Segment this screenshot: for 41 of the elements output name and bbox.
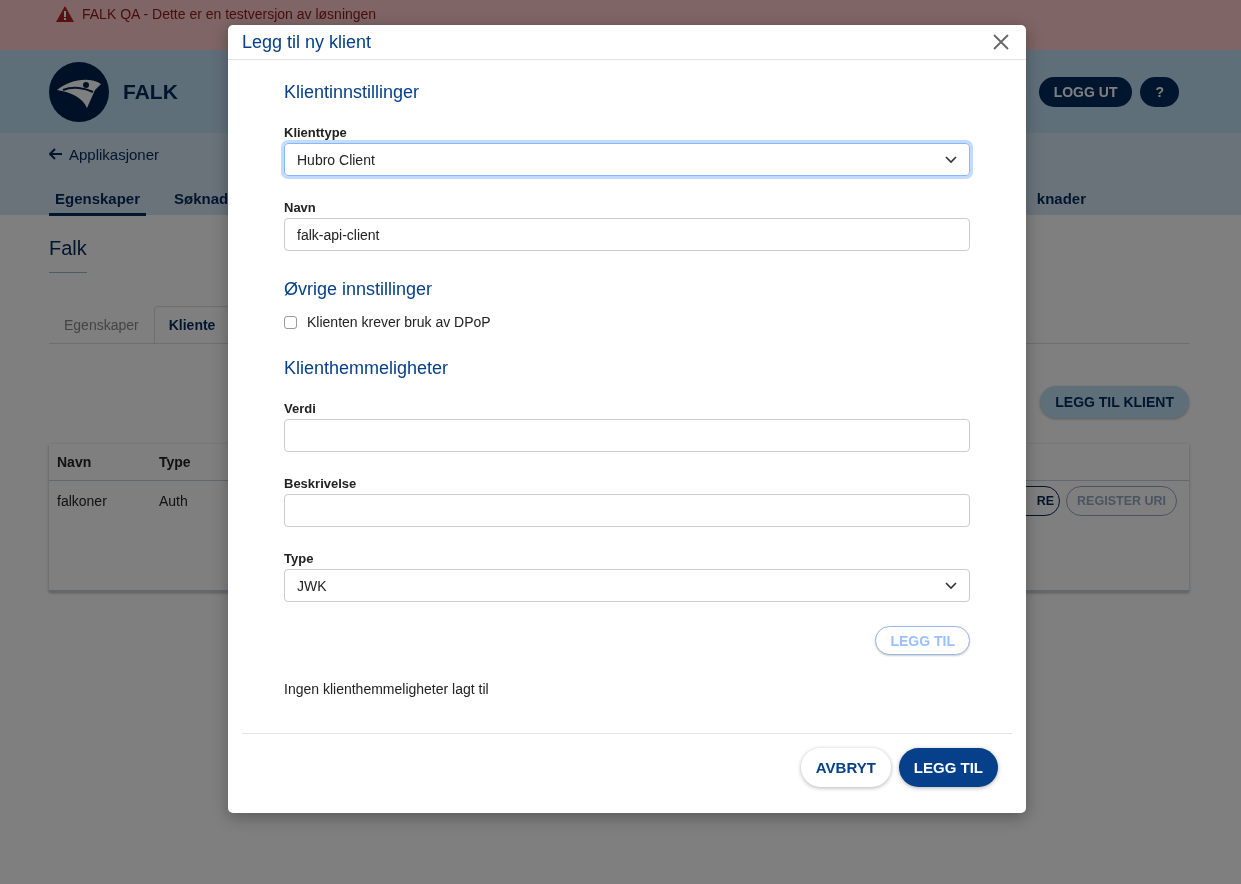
page-tab[interactable]: Egenskaper xyxy=(49,306,154,343)
input-field[interactable] xyxy=(284,494,970,527)
cancel-button[interactable]: AVBRYT xyxy=(800,748,891,787)
column-header: Type xyxy=(159,454,192,470)
chevron-down-icon xyxy=(945,155,957,164)
app-name: FALK xyxy=(123,79,178,104)
field-label: Beskrivelse xyxy=(284,476,358,491)
page-tab[interactable]: Kliente xyxy=(153,306,231,343)
back-link[interactable]: Applikasjoner xyxy=(69,145,160,163)
checkbox-label: Klienten krever bruk av DPoP xyxy=(307,314,491,330)
input-field[interactable] xyxy=(284,419,970,452)
page-title: Falk xyxy=(49,237,87,273)
table-cell-text: falkoner xyxy=(57,493,108,509)
dialog-title: Legg til ny klient xyxy=(242,31,373,53)
field-label: Type xyxy=(284,551,315,566)
chevron-down-icon xyxy=(945,581,957,590)
warning-icon xyxy=(56,6,74,22)
select-field[interactable]: Hubro Client xyxy=(284,143,970,176)
add-client-button[interactable]: LEGG TIL KLIENT xyxy=(1040,386,1189,418)
checkbox[interactable] xyxy=(284,315,297,329)
section-heading: Klientinnstillinger xyxy=(284,82,421,103)
nav-tab[interactable]: Søknad xyxy=(168,174,235,216)
banner-text: FALK QA - Dette er en testversjon av løsningen xyxy=(82,6,377,22)
back-arrow-icon[interactable] xyxy=(49,148,63,160)
submit-button[interactable]: LEGG TIL xyxy=(898,748,998,787)
nav-tab[interactable]: knader xyxy=(1030,174,1092,216)
column-header: Navn xyxy=(57,454,93,470)
nav-tab[interactable]: Egenskaper xyxy=(49,174,147,216)
section-heading: Øvrige innstillinger xyxy=(284,279,434,300)
close-icon[interactable] xyxy=(992,33,1010,51)
header-button[interactable]: ? xyxy=(1140,76,1179,107)
empty-message: Ingen klienthemmeligheter lagt til xyxy=(284,681,490,697)
field-label: Klienttype xyxy=(284,125,348,140)
input-field[interactable]: falk-api-client xyxy=(284,218,970,251)
table-cell-text: Auth xyxy=(159,493,189,509)
falcon-logo-icon xyxy=(49,61,109,122)
section-heading: Klienthemmeligheter xyxy=(284,358,450,379)
field-label: Verdi xyxy=(284,401,317,416)
select-field[interactable]: JWK xyxy=(284,569,970,602)
header-button[interactable]: LOGG UT xyxy=(1038,76,1133,107)
field-label: Navn xyxy=(284,200,317,215)
